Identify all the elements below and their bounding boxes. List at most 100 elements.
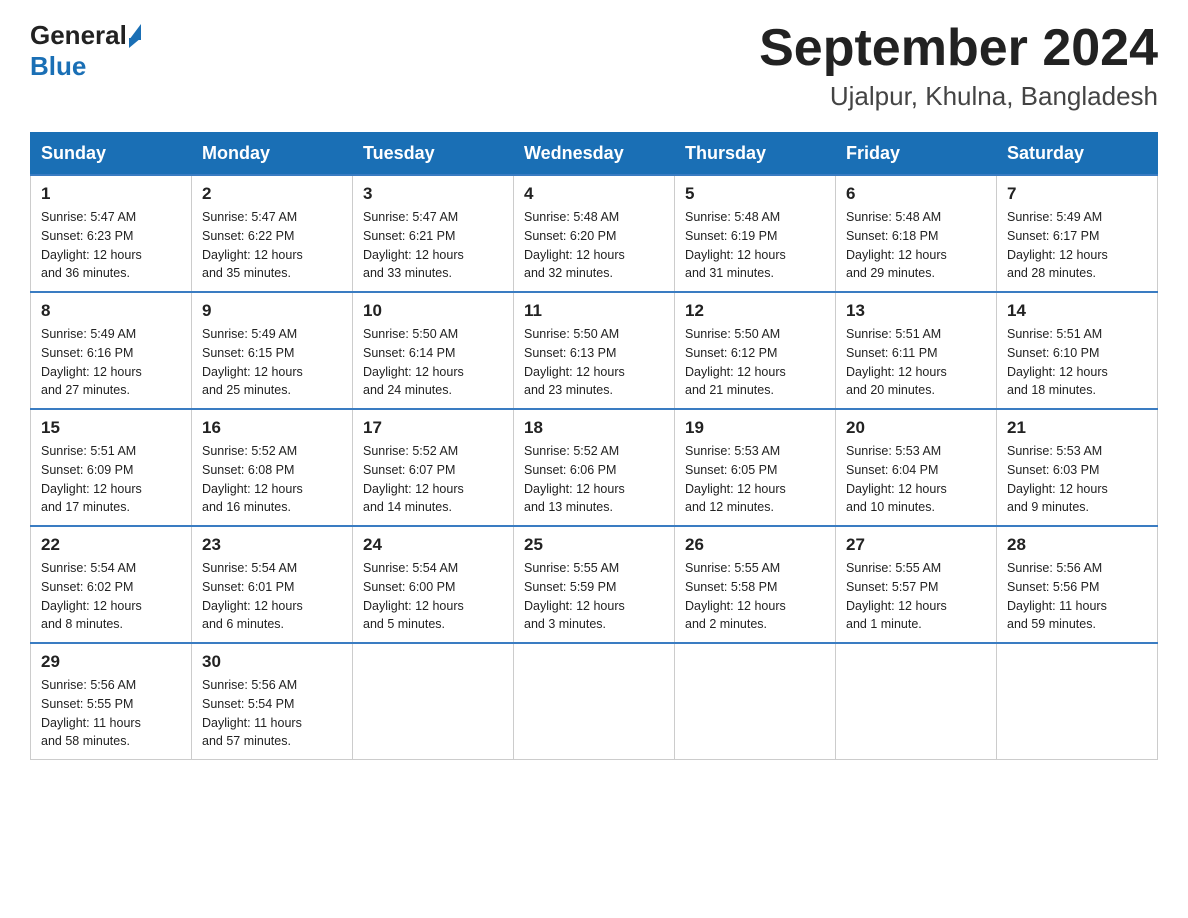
- day-info: Sunrise: 5:54 AMSunset: 6:01 PMDaylight:…: [202, 559, 342, 634]
- day-info: Sunrise: 5:48 AMSunset: 6:19 PMDaylight:…: [685, 208, 825, 283]
- calendar-cell: 17 Sunrise: 5:52 AMSunset: 6:07 PMDaylig…: [353, 409, 514, 526]
- calendar-cell: 3 Sunrise: 5:47 AMSunset: 6:21 PMDayligh…: [353, 175, 514, 292]
- calendar-cell: 28 Sunrise: 5:56 AMSunset: 5:56 PMDaylig…: [997, 526, 1158, 643]
- day-number: 28: [1007, 535, 1147, 555]
- calendar-cell: 1 Sunrise: 5:47 AMSunset: 6:23 PMDayligh…: [31, 175, 192, 292]
- calendar-subtitle: Ujalpur, Khulna, Bangladesh: [759, 81, 1158, 112]
- calendar-cell: 12 Sunrise: 5:50 AMSunset: 6:12 PMDaylig…: [675, 292, 836, 409]
- day-number: 6: [846, 184, 986, 204]
- day-info: Sunrise: 5:51 AMSunset: 6:09 PMDaylight:…: [41, 442, 181, 517]
- calendar-table: Sunday Monday Tuesday Wednesday Thursday…: [30, 132, 1158, 760]
- day-info: Sunrise: 5:53 AMSunset: 6:05 PMDaylight:…: [685, 442, 825, 517]
- calendar-cell: 16 Sunrise: 5:52 AMSunset: 6:08 PMDaylig…: [192, 409, 353, 526]
- day-number: 17: [363, 418, 503, 438]
- week-row-5: 29 Sunrise: 5:56 AMSunset: 5:55 PMDaylig…: [31, 643, 1158, 760]
- day-info: Sunrise: 5:51 AMSunset: 6:10 PMDaylight:…: [1007, 325, 1147, 400]
- calendar-cell: 27 Sunrise: 5:55 AMSunset: 5:57 PMDaylig…: [836, 526, 997, 643]
- day-number: 16: [202, 418, 342, 438]
- week-row-1: 1 Sunrise: 5:47 AMSunset: 6:23 PMDayligh…: [31, 175, 1158, 292]
- day-info: Sunrise: 5:52 AMSunset: 6:06 PMDaylight:…: [524, 442, 664, 517]
- day-info: Sunrise: 5:55 AMSunset: 5:59 PMDaylight:…: [524, 559, 664, 634]
- calendar-cell: 25 Sunrise: 5:55 AMSunset: 5:59 PMDaylig…: [514, 526, 675, 643]
- day-info: Sunrise: 5:47 AMSunset: 6:23 PMDaylight:…: [41, 208, 181, 283]
- day-number: 24: [363, 535, 503, 555]
- calendar-cell: [514, 643, 675, 760]
- day-number: 25: [524, 535, 664, 555]
- logo-blue-text: Blue: [30, 51, 86, 82]
- day-info: Sunrise: 5:49 AMSunset: 6:17 PMDaylight:…: [1007, 208, 1147, 283]
- day-number: 3: [363, 184, 503, 204]
- calendar-cell: 5 Sunrise: 5:48 AMSunset: 6:19 PMDayligh…: [675, 175, 836, 292]
- calendar-cell: 2 Sunrise: 5:47 AMSunset: 6:22 PMDayligh…: [192, 175, 353, 292]
- day-number: 19: [685, 418, 825, 438]
- calendar-cell: [675, 643, 836, 760]
- week-row-3: 15 Sunrise: 5:51 AMSunset: 6:09 PMDaylig…: [31, 409, 1158, 526]
- day-number: 7: [1007, 184, 1147, 204]
- day-info: Sunrise: 5:48 AMSunset: 6:20 PMDaylight:…: [524, 208, 664, 283]
- day-info: Sunrise: 5:56 AMSunset: 5:56 PMDaylight:…: [1007, 559, 1147, 634]
- calendar-cell: [353, 643, 514, 760]
- week-row-4: 22 Sunrise: 5:54 AMSunset: 6:02 PMDaylig…: [31, 526, 1158, 643]
- day-number: 14: [1007, 301, 1147, 321]
- calendar-cell: 24 Sunrise: 5:54 AMSunset: 6:00 PMDaylig…: [353, 526, 514, 643]
- day-info: Sunrise: 5:56 AMSunset: 5:54 PMDaylight:…: [202, 676, 342, 751]
- calendar-title: September 2024: [759, 20, 1158, 77]
- header-wednesday: Wednesday: [514, 133, 675, 176]
- calendar-cell: 11 Sunrise: 5:50 AMSunset: 6:13 PMDaylig…: [514, 292, 675, 409]
- calendar-cell: 30 Sunrise: 5:56 AMSunset: 5:54 PMDaylig…: [192, 643, 353, 760]
- calendar-cell: 6 Sunrise: 5:48 AMSunset: 6:18 PMDayligh…: [836, 175, 997, 292]
- day-info: Sunrise: 5:52 AMSunset: 6:08 PMDaylight:…: [202, 442, 342, 517]
- header-saturday: Saturday: [997, 133, 1158, 176]
- calendar-cell: 19 Sunrise: 5:53 AMSunset: 6:05 PMDaylig…: [675, 409, 836, 526]
- header-monday: Monday: [192, 133, 353, 176]
- calendar-cell: 9 Sunrise: 5:49 AMSunset: 6:15 PMDayligh…: [192, 292, 353, 409]
- day-info: Sunrise: 5:47 AMSunset: 6:21 PMDaylight:…: [363, 208, 503, 283]
- header-sunday: Sunday: [31, 133, 192, 176]
- day-number: 22: [41, 535, 181, 555]
- day-number: 9: [202, 301, 342, 321]
- calendar-cell: 22 Sunrise: 5:54 AMSunset: 6:02 PMDaylig…: [31, 526, 192, 643]
- logo-general-text: General: [30, 20, 127, 51]
- day-info: Sunrise: 5:54 AMSunset: 6:02 PMDaylight:…: [41, 559, 181, 634]
- day-number: 23: [202, 535, 342, 555]
- calendar-cell: [997, 643, 1158, 760]
- day-number: 2: [202, 184, 342, 204]
- header-thursday: Thursday: [675, 133, 836, 176]
- day-number: 21: [1007, 418, 1147, 438]
- calendar-cell: 4 Sunrise: 5:48 AMSunset: 6:20 PMDayligh…: [514, 175, 675, 292]
- calendar-cell: 20 Sunrise: 5:53 AMSunset: 6:04 PMDaylig…: [836, 409, 997, 526]
- calendar-cell: 29 Sunrise: 5:56 AMSunset: 5:55 PMDaylig…: [31, 643, 192, 760]
- day-info: Sunrise: 5:54 AMSunset: 6:00 PMDaylight:…: [363, 559, 503, 634]
- header-friday: Friday: [836, 133, 997, 176]
- calendar-cell: 18 Sunrise: 5:52 AMSunset: 6:06 PMDaylig…: [514, 409, 675, 526]
- day-info: Sunrise: 5:56 AMSunset: 5:55 PMDaylight:…: [41, 676, 181, 751]
- day-number: 15: [41, 418, 181, 438]
- day-number: 30: [202, 652, 342, 672]
- day-number: 29: [41, 652, 181, 672]
- day-info: Sunrise: 5:52 AMSunset: 6:07 PMDaylight:…: [363, 442, 503, 517]
- calendar-cell: 15 Sunrise: 5:51 AMSunset: 6:09 PMDaylig…: [31, 409, 192, 526]
- day-number: 26: [685, 535, 825, 555]
- day-number: 5: [685, 184, 825, 204]
- calendar-cell: 26 Sunrise: 5:55 AMSunset: 5:58 PMDaylig…: [675, 526, 836, 643]
- day-info: Sunrise: 5:51 AMSunset: 6:11 PMDaylight:…: [846, 325, 986, 400]
- calendar-cell: 21 Sunrise: 5:53 AMSunset: 6:03 PMDaylig…: [997, 409, 1158, 526]
- day-number: 27: [846, 535, 986, 555]
- logo: General Blue: [30, 20, 141, 82]
- day-number: 12: [685, 301, 825, 321]
- day-info: Sunrise: 5:50 AMSunset: 6:12 PMDaylight:…: [685, 325, 825, 400]
- day-number: 20: [846, 418, 986, 438]
- week-row-2: 8 Sunrise: 5:49 AMSunset: 6:16 PMDayligh…: [31, 292, 1158, 409]
- calendar-cell: 13 Sunrise: 5:51 AMSunset: 6:11 PMDaylig…: [836, 292, 997, 409]
- calendar-cell: 7 Sunrise: 5:49 AMSunset: 6:17 PMDayligh…: [997, 175, 1158, 292]
- header-tuesday: Tuesday: [353, 133, 514, 176]
- calendar-cell: 8 Sunrise: 5:49 AMSunset: 6:16 PMDayligh…: [31, 292, 192, 409]
- day-number: 13: [846, 301, 986, 321]
- day-number: 1: [41, 184, 181, 204]
- calendar-cell: 23 Sunrise: 5:54 AMSunset: 6:01 PMDaylig…: [192, 526, 353, 643]
- day-number: 11: [524, 301, 664, 321]
- day-info: Sunrise: 5:47 AMSunset: 6:22 PMDaylight:…: [202, 208, 342, 283]
- day-info: Sunrise: 5:53 AMSunset: 6:04 PMDaylight:…: [846, 442, 986, 517]
- day-number: 8: [41, 301, 181, 321]
- day-info: Sunrise: 5:48 AMSunset: 6:18 PMDaylight:…: [846, 208, 986, 283]
